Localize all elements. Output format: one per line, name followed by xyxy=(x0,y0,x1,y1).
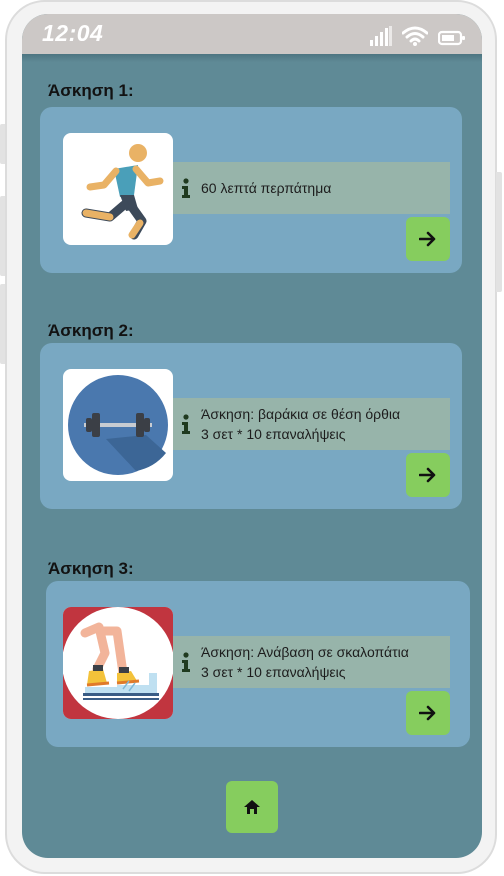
exercise-3-line-2: 3 σετ * 10 επαναλήψεις xyxy=(201,664,346,680)
exercise-2-title: Άσκηση 2: xyxy=(48,321,134,340)
exercise-2-line-1: Άσκηση: βαράκια σε θέση όρθια xyxy=(201,406,401,422)
phone-side-button xyxy=(0,124,5,164)
phone-power-button xyxy=(496,172,502,292)
exercise-3-info: Άσκηση: Ανάβαση σε σκαλοπάτια 3 σετ * 10… xyxy=(173,636,450,688)
battery-icon xyxy=(438,30,465,46)
info-icon xyxy=(181,652,193,672)
exercise-1-next-button[interactable] xyxy=(406,217,450,261)
step-up-stairs-icon xyxy=(63,607,173,719)
exercise-2-description: Άσκηση: βαράκια σε θέση όρθια 3 σετ * 10… xyxy=(201,404,400,444)
dumbbell-icon xyxy=(68,375,168,475)
exercise-1-title: Άσκηση 1: xyxy=(48,81,134,100)
arrow-right-icon xyxy=(419,705,436,721)
status-bar-shadow xyxy=(22,54,482,62)
phone-volume-down-button xyxy=(0,284,5,364)
phone-volume-up-button xyxy=(0,196,5,276)
exercise-1-card: 60 λεπτά περπάτημα xyxy=(40,107,462,273)
exercise-3-next-button[interactable] xyxy=(406,691,450,735)
exercise-1-line-1: 60 λεπτά περπάτημα xyxy=(201,180,332,196)
wifi-icon xyxy=(402,26,428,46)
exercise-2-next-button[interactable] xyxy=(406,453,450,497)
status-icons xyxy=(370,24,466,46)
exercise-1-image xyxy=(63,133,173,245)
status-time: 12:04 xyxy=(42,20,104,46)
exercise-2-image xyxy=(63,369,173,481)
exercise-1-description: 60 λεπτά περπάτημα xyxy=(201,178,331,198)
exercise-3-image xyxy=(63,607,173,719)
running-person-icon xyxy=(81,144,164,240)
exercise-3-card: Άσκηση: Ανάβαση σε σκαλοπάτια 3 σετ * 10… xyxy=(46,581,470,747)
exercise-2-info: Άσκηση: βαράκια σε θέση όρθια 3 σετ * 10… xyxy=(173,398,450,450)
info-icon xyxy=(181,178,193,198)
info-icon xyxy=(181,414,193,434)
exercise-2-line-2: 3 σετ * 10 επαναλήψεις xyxy=(201,426,346,442)
signal-icon xyxy=(370,26,392,46)
home-button[interactable] xyxy=(226,781,278,833)
exercise-3-line-1: Άσκηση: Ανάβαση σε σκαλοπάτια xyxy=(201,644,409,660)
phone-screen: 12:04 Άσκηση 1: 60 λεπτά περπάτημα Άσκησ… xyxy=(22,14,482,858)
exercise-1-info: 60 λεπτά περπάτημα xyxy=(173,162,450,214)
exercise-3-title: Άσκηση 3: xyxy=(48,559,134,578)
arrow-right-icon xyxy=(419,231,436,247)
status-bar: 12:04 xyxy=(22,14,482,54)
exercise-2-card: Άσκηση: βαράκια σε θέση όρθια 3 σετ * 10… xyxy=(40,343,462,509)
home-icon xyxy=(244,800,260,814)
arrow-right-icon xyxy=(419,467,436,483)
exercise-3-description: Άσκηση: Ανάβαση σε σκαλοπάτια 3 σετ * 10… xyxy=(201,642,409,682)
